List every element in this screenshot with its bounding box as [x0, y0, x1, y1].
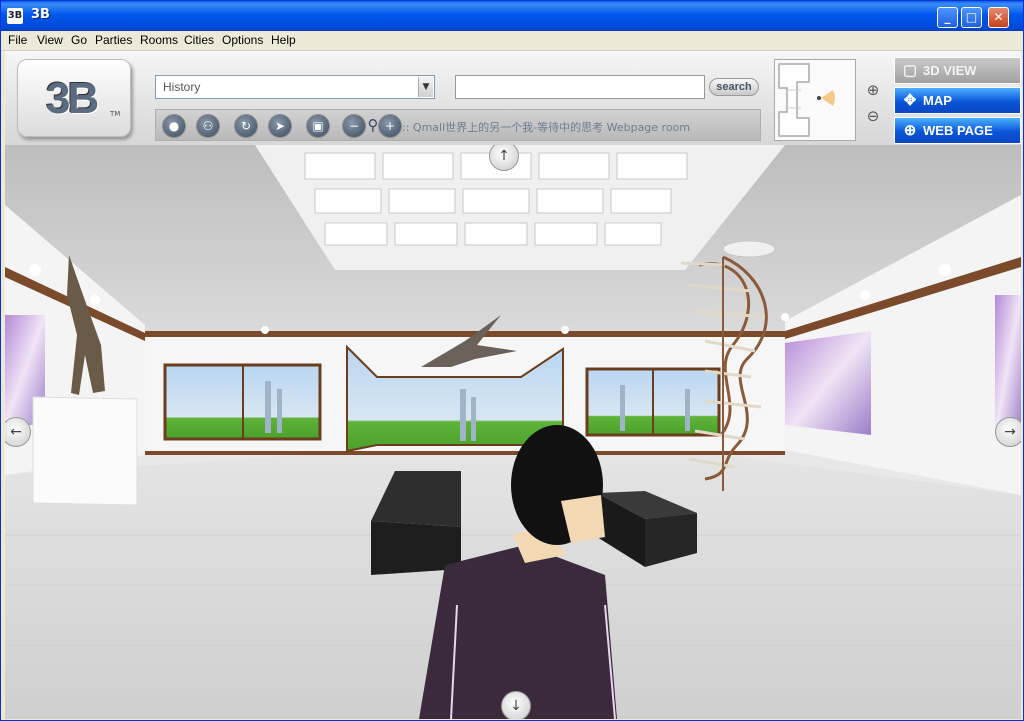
menu-go[interactable]: Go	[71, 33, 87, 47]
logo-trademark: TM	[110, 110, 121, 118]
zoom-in-icon[interactable]: ⊕	[863, 81, 883, 101]
cube-icon: ▢	[902, 62, 918, 79]
navigation-icon-bar: ● ⚇ ↻ ➤ ▣ − ⚲ + :: Qmall世界上的另一个我-等待中的思考 …	[155, 109, 761, 141]
minimize-button[interactable]: _	[937, 7, 958, 28]
history-dropdown[interactable]: History ▼	[155, 75, 435, 99]
menu-view[interactable]: View	[37, 33, 63, 47]
toolbar: 3B TM History ▼ search ● ⚇ ↻ ➤ ▣ − ⚲ + :…	[5, 51, 1021, 145]
web-page-button[interactable]: ⊕ WEB PAGE	[894, 117, 1021, 144]
menu-parties[interactable]: Parties	[95, 33, 132, 47]
menu-file[interactable]: File	[8, 33, 27, 47]
window-title: 3B	[31, 7, 50, 22]
title-bar[interactable]: 3B 3B _ □ ✕	[1, 1, 1023, 31]
history-label: History	[163, 80, 201, 94]
room-status-text: :: Qmall世界上的另一个我-等待中的思考 Webpage room	[402, 121, 691, 134]
menu-help[interactable]: Help	[271, 33, 296, 47]
maximize-button[interactable]: □	[961, 7, 982, 28]
search-button[interactable]: search	[709, 78, 759, 96]
pointer-icon[interactable]: ➤	[268, 114, 292, 138]
app-logo[interactable]: 3B TM	[17, 59, 131, 137]
menu-rooms[interactable]: Rooms	[140, 33, 178, 47]
floor-plan-icon	[778, 63, 835, 137]
map-label: MAP	[923, 93, 952, 108]
people-icon[interactable]: ⚇	[196, 114, 220, 138]
app-icon: 3B	[7, 8, 23, 24]
compass-icon: ✥	[903, 92, 917, 109]
app-window: 3B 3B _ □ ✕ File View Go Parties Rooms C…	[0, 0, 1024, 721]
arrow-right-icon[interactable]: →	[995, 417, 1021, 447]
chevron-down-icon[interactable]: ▼	[418, 77, 433, 97]
chat-icon[interactable]: ●	[162, 114, 186, 138]
zoom-in-icon[interactable]: +	[378, 114, 402, 138]
menu-bar: File View Go Parties Rooms Cities Option…	[1, 31, 1023, 51]
3d-viewport[interactable]: ↑ ← → ↓	[5, 145, 1021, 719]
minimap[interactable]	[774, 59, 856, 141]
menu-cities[interactable]: Cities	[184, 33, 214, 47]
3d-view-label: 3D VIEW	[923, 63, 977, 78]
map-button[interactable]: ✥ MAP	[894, 87, 1021, 114]
search-input[interactable]	[455, 75, 705, 99]
globe-icon: ⊕	[903, 122, 917, 139]
virtual-gallery-room	[5, 145, 1021, 719]
menu-options[interactable]: Options	[222, 33, 263, 47]
refresh-icon[interactable]: ↻	[234, 114, 258, 138]
close-button[interactable]: ✕	[988, 7, 1009, 28]
box-icon[interactable]: ▣	[306, 114, 330, 138]
web-page-label: WEB PAGE	[923, 123, 993, 138]
zoom-out-icon[interactable]: ⊖	[863, 107, 883, 127]
logo-text: 3B	[46, 74, 99, 123]
arrow-down-icon[interactable]: ↓	[501, 691, 531, 719]
3d-view-button[interactable]: ▢ 3D VIEW	[894, 57, 1021, 84]
